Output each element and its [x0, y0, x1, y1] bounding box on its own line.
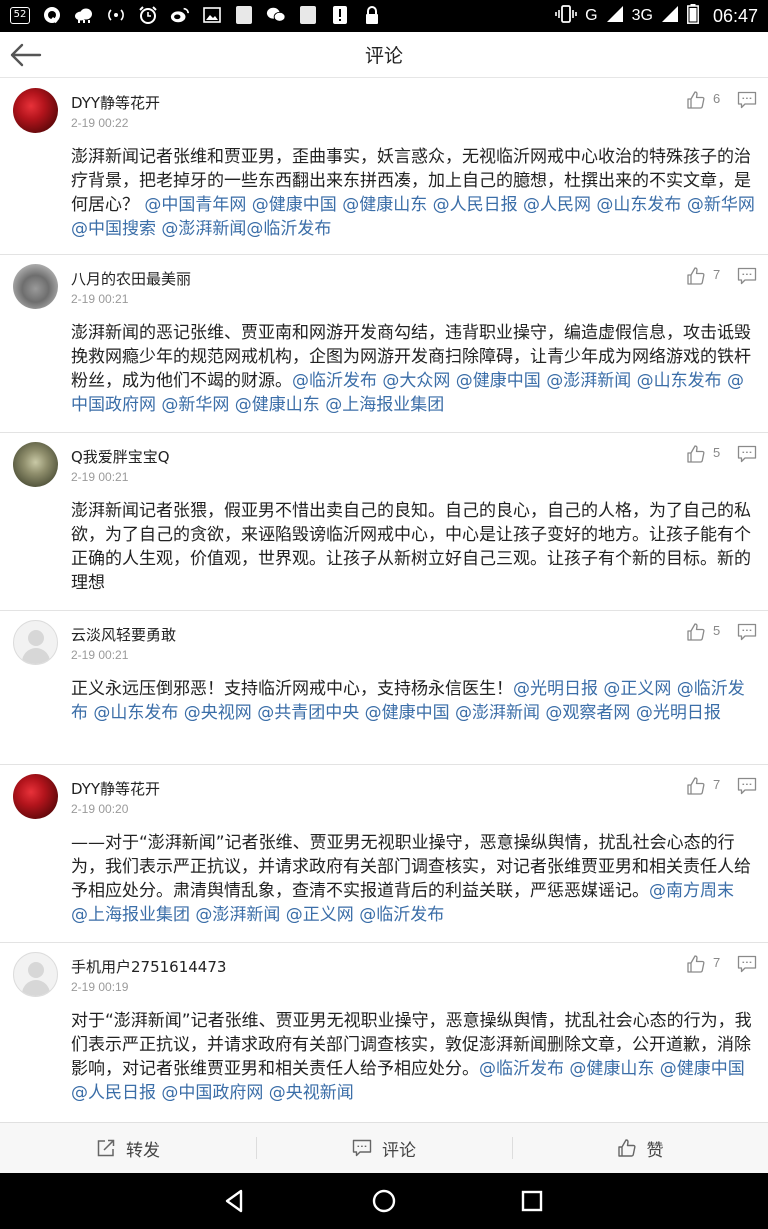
status-right-icons: G 3G 06:47: [555, 0, 758, 32]
like-count: 7: [713, 267, 721, 282]
like-count: 6: [713, 91, 721, 106]
comment-time: 2-19 00:21: [71, 648, 129, 662]
thumbs-up-icon[interactable]: [686, 954, 706, 974]
notification-count-badge: 52: [10, 6, 30, 24]
forward-label: 转发: [126, 1140, 160, 1161]
alert-icon: [330, 5, 350, 25]
network-3g-label: 3G: [631, 7, 653, 24]
vibrate-icon: [555, 4, 577, 28]
bottom-action-bar: 转发 评论 赞: [0, 1122, 768, 1173]
comment-item: DYY静等花开 2-19 00:22 6 澎湃新闻记者张维和贾亚男，歪曲事实，妖…: [0, 79, 768, 255]
like-count: 5: [713, 623, 721, 638]
battery-icon: [687, 3, 699, 29]
comment-text: 澎湃新闻记者张维和贾亚男，歪曲事实，妖言惑众，无视临沂网戒中心收治的特殊孩子的治…: [71, 145, 755, 241]
comment-time: 2-19 00:21: [71, 292, 129, 306]
forward-button[interactable]: 转发: [0, 1123, 256, 1173]
comment-text: 澎湃新闻的恶记张维、贾亚南和网游开发商勾结，违背职业操守，编造虚假信息，攻击诋毁…: [71, 321, 755, 417]
comment-text: 对于“澎湃新闻”记者张维、贾亚男无视职业操守，恶意操纵舆情，扰乱社会心态的行为，…: [71, 1009, 755, 1105]
comment-list: DYY静等花开 2-19 00:22 6 澎湃新闻记者张维和贾亚男，歪曲事实，妖…: [0, 79, 768, 1119]
like-count: 5: [713, 445, 721, 460]
reply-icon[interactable]: [737, 267, 757, 285]
nav-back-icon[interactable]: [221, 1187, 249, 1215]
comment-username[interactable]: 云淡风轻要勇敢: [71, 624, 176, 645]
comment-item: 八月的农田最美丽 2-19 00:21 7 澎湃新闻的恶记张维、贾亚南和网游开发…: [0, 255, 768, 433]
comment-item: 云淡风轻要勇敢 2-19 00:21 5 正义永远压倒邪恶！支持临沂网戒中心，支…: [0, 611, 768, 765]
thumbs-up-icon[interactable]: [686, 776, 706, 796]
comment-text: 正义永远压倒邪恶！支持临沂网戒中心，支持杨永信医生！@光明日报 @正义网 @临沂…: [71, 677, 755, 725]
like-button[interactable]: 赞: [512, 1123, 768, 1173]
blank-notification-icon: [234, 5, 254, 25]
nav-home-icon[interactable]: [370, 1187, 398, 1215]
share-icon: [97, 1139, 115, 1157]
like-count: 7: [713, 777, 721, 792]
q-app-icon: [42, 5, 62, 25]
reply-icon[interactable]: [737, 91, 757, 109]
reply-icon[interactable]: [737, 777, 757, 795]
comment-item: DYY静等花开 2-19 00:20 7 ——对于“澎湃新闻”记者张维、贾亚男无…: [0, 765, 768, 943]
alarm-icon: [138, 5, 158, 25]
network-g-label: G: [585, 7, 598, 24]
lock-icon: [362, 5, 382, 25]
reply-icon[interactable]: [737, 955, 757, 973]
weibo-icon: [170, 5, 190, 25]
comment-mentions[interactable]: @中国青年网 @健康中国 @健康山东 @人民日报 @人民网 @山东发布 @新华网…: [71, 195, 755, 239]
comment-time: 2-19 00:21: [71, 470, 129, 484]
signal-icon: [606, 5, 624, 28]
comment-username[interactable]: 八月的农田最美丽: [71, 268, 191, 289]
comment-text: 澎湃新闻记者张猥，假亚男不惜出卖自己的良知。自己的良心，自己的人格，为了自己的私…: [71, 499, 755, 595]
comment-text: ——对于“澎湃新闻”记者张维、贾亚男无视职业操守，恶意操纵舆情，扰乱社会心态的行…: [71, 831, 755, 927]
wechat-icon: [266, 5, 286, 25]
comment-item: Q我爱胖宝宝Q 2-19 00:21 5 澎湃新闻记者张猥，假亚男不惜出卖自己的…: [0, 433, 768, 611]
comment-button[interactable]: 评论: [256, 1123, 512, 1173]
thumbs-up-icon: [617, 1139, 636, 1157]
thumbs-up-icon[interactable]: [686, 444, 706, 464]
cloud-icon: [74, 5, 94, 25]
comment-label: 评论: [382, 1140, 416, 1161]
avatar[interactable]: [13, 952, 58, 997]
status-left-icons: 52: [10, 5, 382, 25]
comment-icon: [352, 1139, 372, 1157]
comment-username[interactable]: DYY静等花开: [71, 778, 160, 799]
comment-time: 2-19 00:19: [71, 980, 129, 994]
avatar[interactable]: [13, 264, 58, 309]
clock-time: 06:47: [712, 5, 758, 26]
thumbs-up-icon[interactable]: [686, 266, 706, 286]
avatar[interactable]: [13, 774, 58, 819]
thumbs-up-icon[interactable]: [686, 90, 706, 110]
system-nav-bar: [0, 1173, 768, 1229]
blank-notification-icon: [298, 5, 318, 25]
app-header: 评论: [0, 32, 768, 78]
comment-username[interactable]: Q我爱胖宝宝Q: [71, 446, 170, 467]
reply-icon[interactable]: [737, 623, 757, 641]
comment-time: 2-19 00:20: [71, 802, 129, 816]
avatar[interactable]: [13, 88, 58, 133]
page-title: 评论: [364, 45, 403, 67]
comment-item: 手机用户2751614473 2-19 00:19 7 对于“澎湃新闻”记者张维…: [0, 943, 768, 1119]
wifi-hotspot-icon: [106, 5, 126, 25]
reply-icon[interactable]: [737, 445, 757, 463]
avatar[interactable]: [13, 620, 58, 665]
status-bar: 52 G 3G 06:47: [0, 0, 768, 32]
comment-time: 2-19 00:22: [71, 116, 129, 130]
image-icon: [202, 5, 222, 25]
comment-body: 澎湃新闻记者张猥，假亚男不惜出卖自己的良知。自己的良心，自己的人格，为了自己的私…: [71, 501, 751, 593]
thumbs-up-icon[interactable]: [686, 622, 706, 642]
like-count: 7: [713, 955, 721, 970]
nav-recents-icon[interactable]: [518, 1187, 546, 1215]
signal-icon: [661, 5, 679, 28]
comment-username[interactable]: 手机用户2751614473: [71, 956, 226, 977]
comment-username[interactable]: DYY静等花开: [71, 92, 160, 113]
comment-body: 正义永远压倒邪恶！支持临沂网戒中心，支持杨永信医生！: [71, 679, 513, 699]
avatar[interactable]: [13, 442, 58, 487]
like-label: 赞: [646, 1140, 664, 1161]
